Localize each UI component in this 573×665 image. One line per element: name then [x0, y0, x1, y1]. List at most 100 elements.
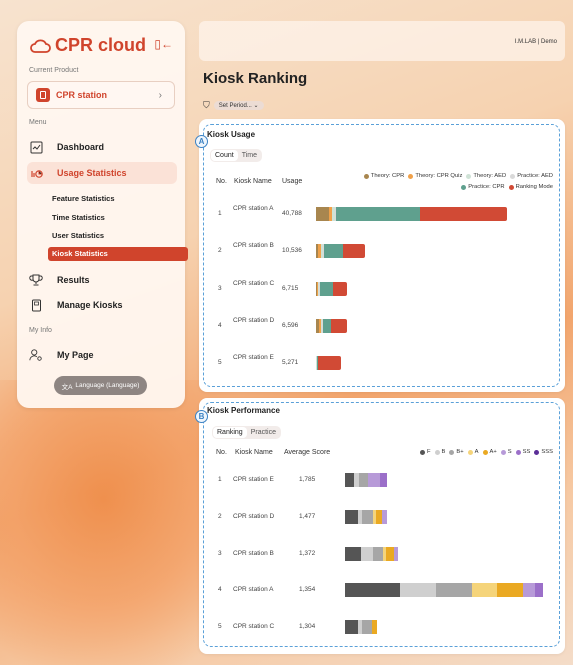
perf-col-score: Average Score [284, 449, 331, 456]
perf-col-no: No. [216, 449, 227, 456]
usage-row-name: CPR station A [233, 205, 274, 212]
usage-legend-label: Ranking Mode [515, 184, 553, 190]
tab-practice[interactable]: Practice [247, 427, 280, 438]
usage-row-value: 6,596 [282, 322, 299, 329]
usage-toggle: Count Time [210, 149, 262, 162]
usage-row-bar[interactable] [316, 282, 348, 296]
usage-bar-segment [324, 244, 344, 258]
tab-time[interactable]: Time [238, 150, 261, 161]
usage-bar-segment [322, 319, 332, 333]
product-name: CPR station [56, 90, 108, 100]
performance-row-bar[interactable] [345, 510, 388, 524]
menu-my-page[interactable]: My Page [29, 348, 94, 362]
performance-legend-dot [482, 449, 488, 455]
submenu-time-statistics[interactable]: Time Statistics [52, 213, 105, 222]
performance-row-name: CPR station E [233, 476, 274, 483]
performance-row-score: 1,354 [299, 586, 316, 593]
performance-legend-item: B [431, 449, 445, 455]
usage-statistics-icon [29, 166, 43, 180]
performance-toggle: Ranking Practice [212, 426, 281, 439]
chevron-right-icon: › [158, 89, 162, 101]
usage-legend-line-2: Practice: CPR Ranking Mode [457, 184, 553, 190]
usage-col-usage: Usage [282, 178, 303, 185]
usage-col-no: No. [216, 178, 227, 185]
set-period-label: Set Period... [218, 102, 252, 109]
performance-bar-segment [367, 473, 380, 487]
usage-row-no: 2 [218, 247, 222, 254]
performance-bar-segment [385, 547, 394, 561]
menu-usage-statistics[interactable]: Usage Statistics [29, 166, 127, 180]
usage-legend-label: Practice: CPR [468, 184, 505, 190]
performance-row-bar[interactable] [345, 547, 398, 561]
usage-row-name: CPR station C [233, 280, 275, 287]
performance-row-bar[interactable] [345, 620, 377, 634]
performance-legend-dot [449, 449, 455, 455]
submenu-kiosk-statistics[interactable]: Kiosk Statistics [48, 247, 188, 261]
menu-manage-kiosks-label: Manage Kiosks [57, 300, 123, 310]
performance-row-bar[interactable] [345, 583, 543, 597]
performance-row-no: 3 [218, 550, 222, 557]
menu-dashboard-label: Dashboard [57, 142, 105, 152]
usage-legend-item: Practice: CPR [457, 184, 505, 190]
performance-row-bar[interactable] [345, 473, 388, 487]
usage-row-value: 5,271 [282, 359, 299, 366]
usage-bar-segment [343, 244, 366, 258]
current-product-label: Current Product [29, 67, 79, 74]
kiosk-usage-title: Kiosk Usage [207, 130, 256, 139]
top-bar: I.M.LAB | Demo [199, 21, 565, 61]
menu-dashboard[interactable]: Dashboard [29, 140, 104, 154]
performance-legend-dot [500, 449, 506, 455]
performance-bar-segment [345, 583, 401, 597]
performance-bar-segment [497, 583, 524, 597]
set-period-filter[interactable]: ⛉ Set Period... ⌄ [203, 99, 264, 111]
page-title: Kiosk Ranking [203, 70, 308, 87]
performance-legend-item: A+ [479, 449, 497, 455]
usage-legend-line-1: Theory: CPR Theory: CPR Quiz Theory: AED Pr… [360, 173, 553, 179]
menu-my-page-label: My Page [57, 350, 94, 360]
usage-row-no: 4 [218, 322, 222, 329]
usage-row-bar[interactable] [316, 356, 341, 370]
menu-manage-kiosks[interactable]: Manage Kiosks [29, 298, 123, 312]
my-info-label: My Info [29, 327, 52, 334]
usage-bar-segment [420, 207, 507, 221]
performance-row-score: 1,785 [299, 476, 316, 483]
trophy-icon [29, 273, 43, 287]
performance-row-no: 1 [218, 476, 222, 483]
performance-bar-segment [372, 547, 384, 561]
menu-results[interactable]: Results [29, 273, 90, 287]
logo[interactable]: CPR cloud [29, 35, 146, 56]
performance-row-name: CPR station C [233, 623, 275, 630]
usage-bar-segment [331, 319, 347, 333]
performance-legend-item: S [497, 449, 512, 455]
submenu-feature-statistics[interactable]: Feature Statistics [52, 194, 115, 203]
usage-legend-item: Theory: CPR [360, 173, 404, 179]
usage-row-bar[interactable] [316, 319, 347, 333]
performance-row-name: CPR station B [233, 550, 274, 557]
sidebar: CPR cloud ▯← Current Product CPR station… [17, 21, 188, 408]
performance-bar-segment [436, 583, 472, 597]
user-settings-icon [29, 348, 43, 362]
language-button[interactable]: 文A Language (Language) [54, 376, 147, 395]
usage-row-bar[interactable] [316, 244, 366, 258]
usage-legend-label: Theory: CPR Quiz [415, 173, 463, 179]
tab-ranking[interactable]: Ranking [213, 427, 247, 438]
collapse-sidebar-icon[interactable]: ▯← [154, 37, 173, 51]
performance-row-score: 1,304 [299, 623, 316, 630]
performance-bar-segment [379, 473, 388, 487]
kiosk-usage-highlight [203, 124, 560, 387]
usage-row-bar[interactable] [316, 207, 507, 221]
usage-legend-item: Theory: CPR Quiz [404, 173, 462, 179]
submenu-user-statistics[interactable]: User Statistics [52, 231, 104, 240]
menu-results-label: Results [57, 275, 90, 285]
product-selector[interactable]: CPR station › [27, 81, 175, 109]
usage-bar-segment [316, 207, 330, 221]
usage-bar-segment [336, 207, 421, 221]
performance-legend-line: F B B+ A A+ S SS SSS [416, 449, 553, 455]
usage-legend-item: Theory: AED [462, 173, 506, 179]
performance-legend-label: A+ [489, 449, 497, 455]
usage-row-no: 3 [218, 285, 222, 292]
usage-legend-dot [466, 173, 472, 179]
user-info[interactable]: I.M.LAB | Demo [515, 39, 557, 45]
tab-count[interactable]: Count [211, 150, 238, 161]
performance-legend-label: SS [522, 449, 531, 455]
